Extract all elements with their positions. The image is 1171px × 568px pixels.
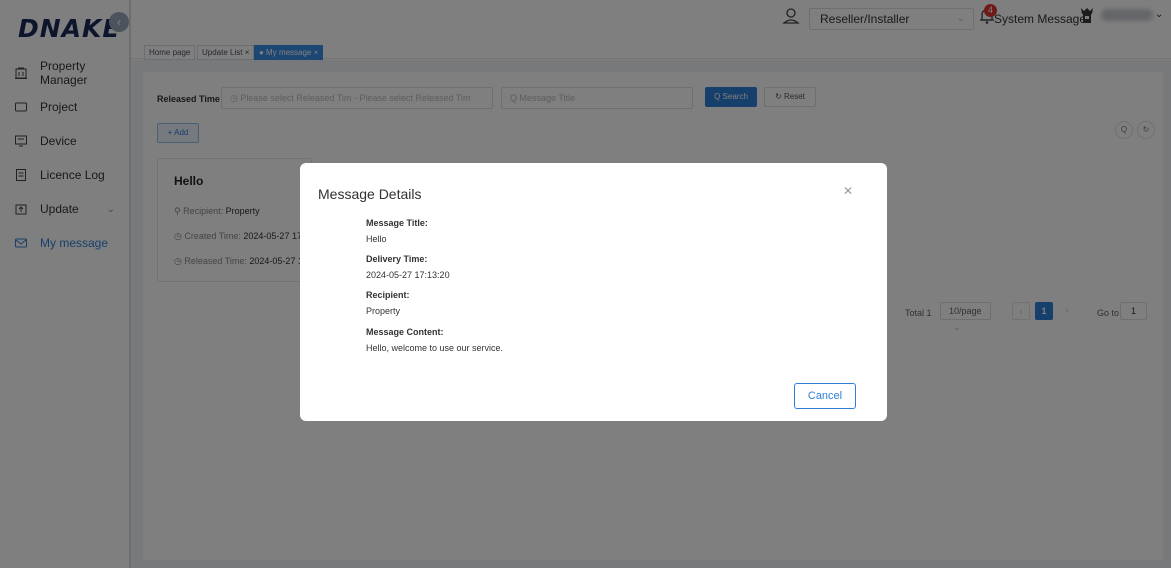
recipient-value: Property: [366, 306, 401, 316]
message-details-dialog: Message Details ✕ Message Title: Hello D…: [300, 163, 887, 421]
delivery-time-value: 2024-05-27 17:13:20: [366, 270, 450, 280]
cancel-button[interactable]: Cancel: [794, 383, 856, 409]
message-title-value: Hello: [366, 234, 387, 244]
dialog-title: Message Details: [318, 186, 422, 202]
delivery-time-label: Delivery Time:: [366, 254, 428, 264]
close-icon[interactable]: ✕: [843, 184, 853, 198]
message-content-value: Hello, welcome to use our service.: [366, 343, 504, 353]
recipient-label: Recipient:: [366, 290, 410, 300]
message-title-label: Message Title:: [366, 218, 428, 228]
message-content-label: Message Content:: [366, 327, 444, 337]
